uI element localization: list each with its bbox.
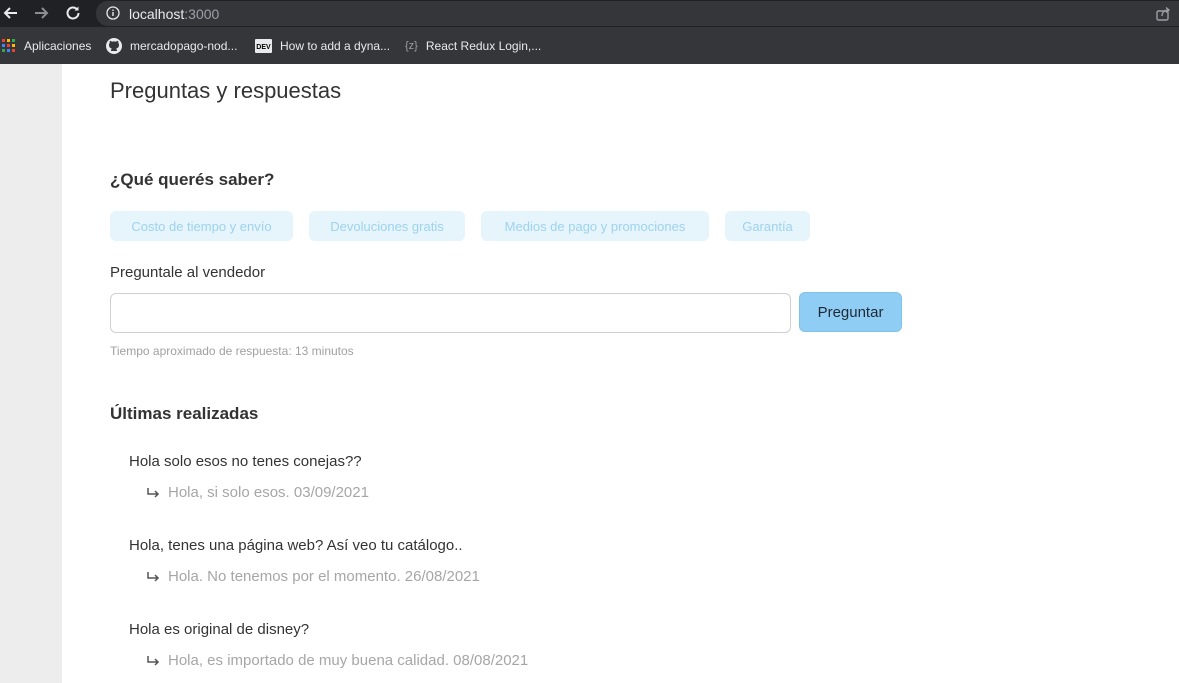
bookmark-label: mercadopago-nod... xyxy=(130,38,238,53)
question-input[interactable] xyxy=(110,293,791,333)
bookmarks-bar: Aplicaciones mercadopago-nod... DEV How … xyxy=(0,27,1179,64)
ask-seller-label: Preguntale al vendedor xyxy=(110,264,266,281)
answer-text: Hola. No tenemos por el momento. 26/08/2… xyxy=(168,568,480,585)
question-text: Hola es original de disney? xyxy=(129,621,310,638)
info-icon[interactable] xyxy=(106,6,120,20)
answer-item: Hola, si solo esos. 03/09/2021 xyxy=(146,484,369,501)
question-text: Hola solo esos no tenes conejas?? xyxy=(129,453,362,470)
reply-arrow-icon xyxy=(147,571,160,582)
answer-text: Hola, si solo esos. 03/09/2021 xyxy=(168,484,369,501)
qa-section: Preguntas y respuestas ¿Qué querés saber… xyxy=(62,64,1179,683)
bookmark-label: Aplicaciones xyxy=(24,38,92,53)
url-text: localhost:3000 xyxy=(129,6,220,22)
braces-icon: {z} xyxy=(405,39,418,52)
github-icon xyxy=(106,37,122,54)
back-arrow-icon xyxy=(3,7,17,19)
apps-grid-icon xyxy=(2,38,16,53)
section-subtitle: ¿Qué querés saber? xyxy=(110,170,275,189)
bookmark-dev[interactable]: DEV How to add a dyna... xyxy=(255,27,390,64)
chip-returns[interactable]: Devoluciones gratis xyxy=(309,211,465,241)
bookmark-label: React Redux Login,... xyxy=(425,38,542,53)
answer-item: Hola, es importado de muy buena calidad.… xyxy=(146,652,528,669)
reload-button[interactable] xyxy=(62,2,84,24)
back-button[interactable] xyxy=(0,2,22,24)
bookmark-apps[interactable]: Aplicaciones xyxy=(2,27,91,64)
bookmark-github[interactable]: mercadopago-nod... xyxy=(106,27,237,64)
svg-text:DEV: DEV xyxy=(256,44,271,51)
question-text: Hola, tenes una página web? Así veo tu c… xyxy=(129,537,463,554)
dev-icon: DEV xyxy=(255,38,272,53)
chip-warranty[interactable]: Garantía xyxy=(725,211,810,241)
answer-text: Hola, es importado de muy buena calidad.… xyxy=(168,652,529,669)
address-bar[interactable]: localhost:3000 xyxy=(96,1,1179,26)
latest-questions-title: Últimas realizadas xyxy=(110,404,259,423)
response-time-text: Tiempo aproximado de respuesta: 13 minut… xyxy=(110,344,354,358)
bookmark-react-redux[interactable]: {z} React Redux Login,... xyxy=(405,27,541,64)
chip-shipping[interactable]: Costo de tiempo y envío xyxy=(110,211,293,241)
reply-arrow-icon xyxy=(147,487,160,498)
forward-arrow-icon xyxy=(35,7,49,19)
answer-item: Hola. No tenemos por el momento. 26/08/2… xyxy=(146,568,480,585)
bookmark-label: How to add a dyna... xyxy=(280,38,391,53)
left-gutter xyxy=(0,64,62,683)
reload-icon xyxy=(66,6,80,20)
forward-button[interactable] xyxy=(30,2,52,24)
chip-payments[interactable]: Medios de pago y promociones xyxy=(481,211,709,241)
page-title: Preguntas y respuestas xyxy=(110,78,342,103)
browser-toolbar: localhost:3000 xyxy=(0,0,1179,27)
ask-button[interactable]: Preguntar xyxy=(799,292,902,332)
reply-arrow-icon xyxy=(147,655,160,666)
share-icon[interactable] xyxy=(1155,6,1171,22)
